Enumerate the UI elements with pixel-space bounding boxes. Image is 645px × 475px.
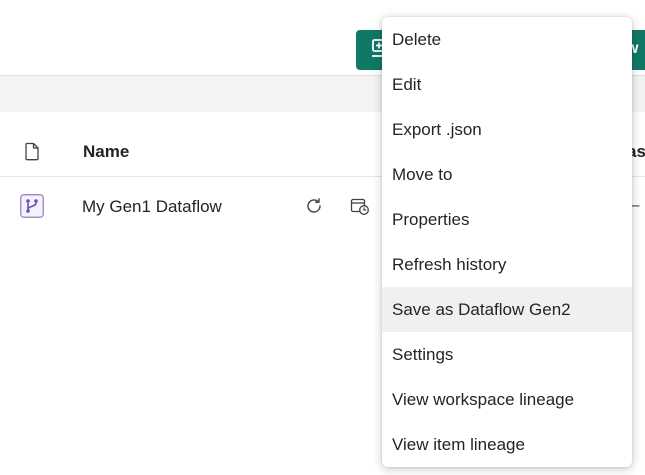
menu-item-view-workspace-lineage[interactable]: View workspace lineage xyxy=(382,377,632,422)
menu-item-delete[interactable]: Delete xyxy=(382,17,632,62)
menu-item-view-item-lineage[interactable]: View item lineage xyxy=(382,422,632,467)
menu-item-properties[interactable]: Properties xyxy=(382,197,632,242)
menu-item-refresh-history[interactable]: Refresh history xyxy=(382,242,632,287)
item-name[interactable]: My Gen1 Dataflow xyxy=(82,197,222,217)
document-icon xyxy=(25,142,39,161)
schedule-refresh-icon[interactable] xyxy=(350,197,370,215)
menu-item-settings[interactable]: Settings xyxy=(382,332,632,377)
menu-item-save-as-dataflow-gen2[interactable]: Save as Dataflow Gen2 xyxy=(382,287,632,332)
menu-item-edit[interactable]: Edit xyxy=(382,62,632,107)
menu-item-move-to[interactable]: Move to xyxy=(382,152,632,197)
column-header-name[interactable]: Name xyxy=(83,142,129,162)
context-menu: Delete Edit Export .json Move to Propert… xyxy=(382,17,632,467)
menu-item-export-json[interactable]: Export .json xyxy=(382,107,632,152)
dataflow-icon xyxy=(20,194,44,218)
refresh-icon[interactable] xyxy=(305,197,323,215)
